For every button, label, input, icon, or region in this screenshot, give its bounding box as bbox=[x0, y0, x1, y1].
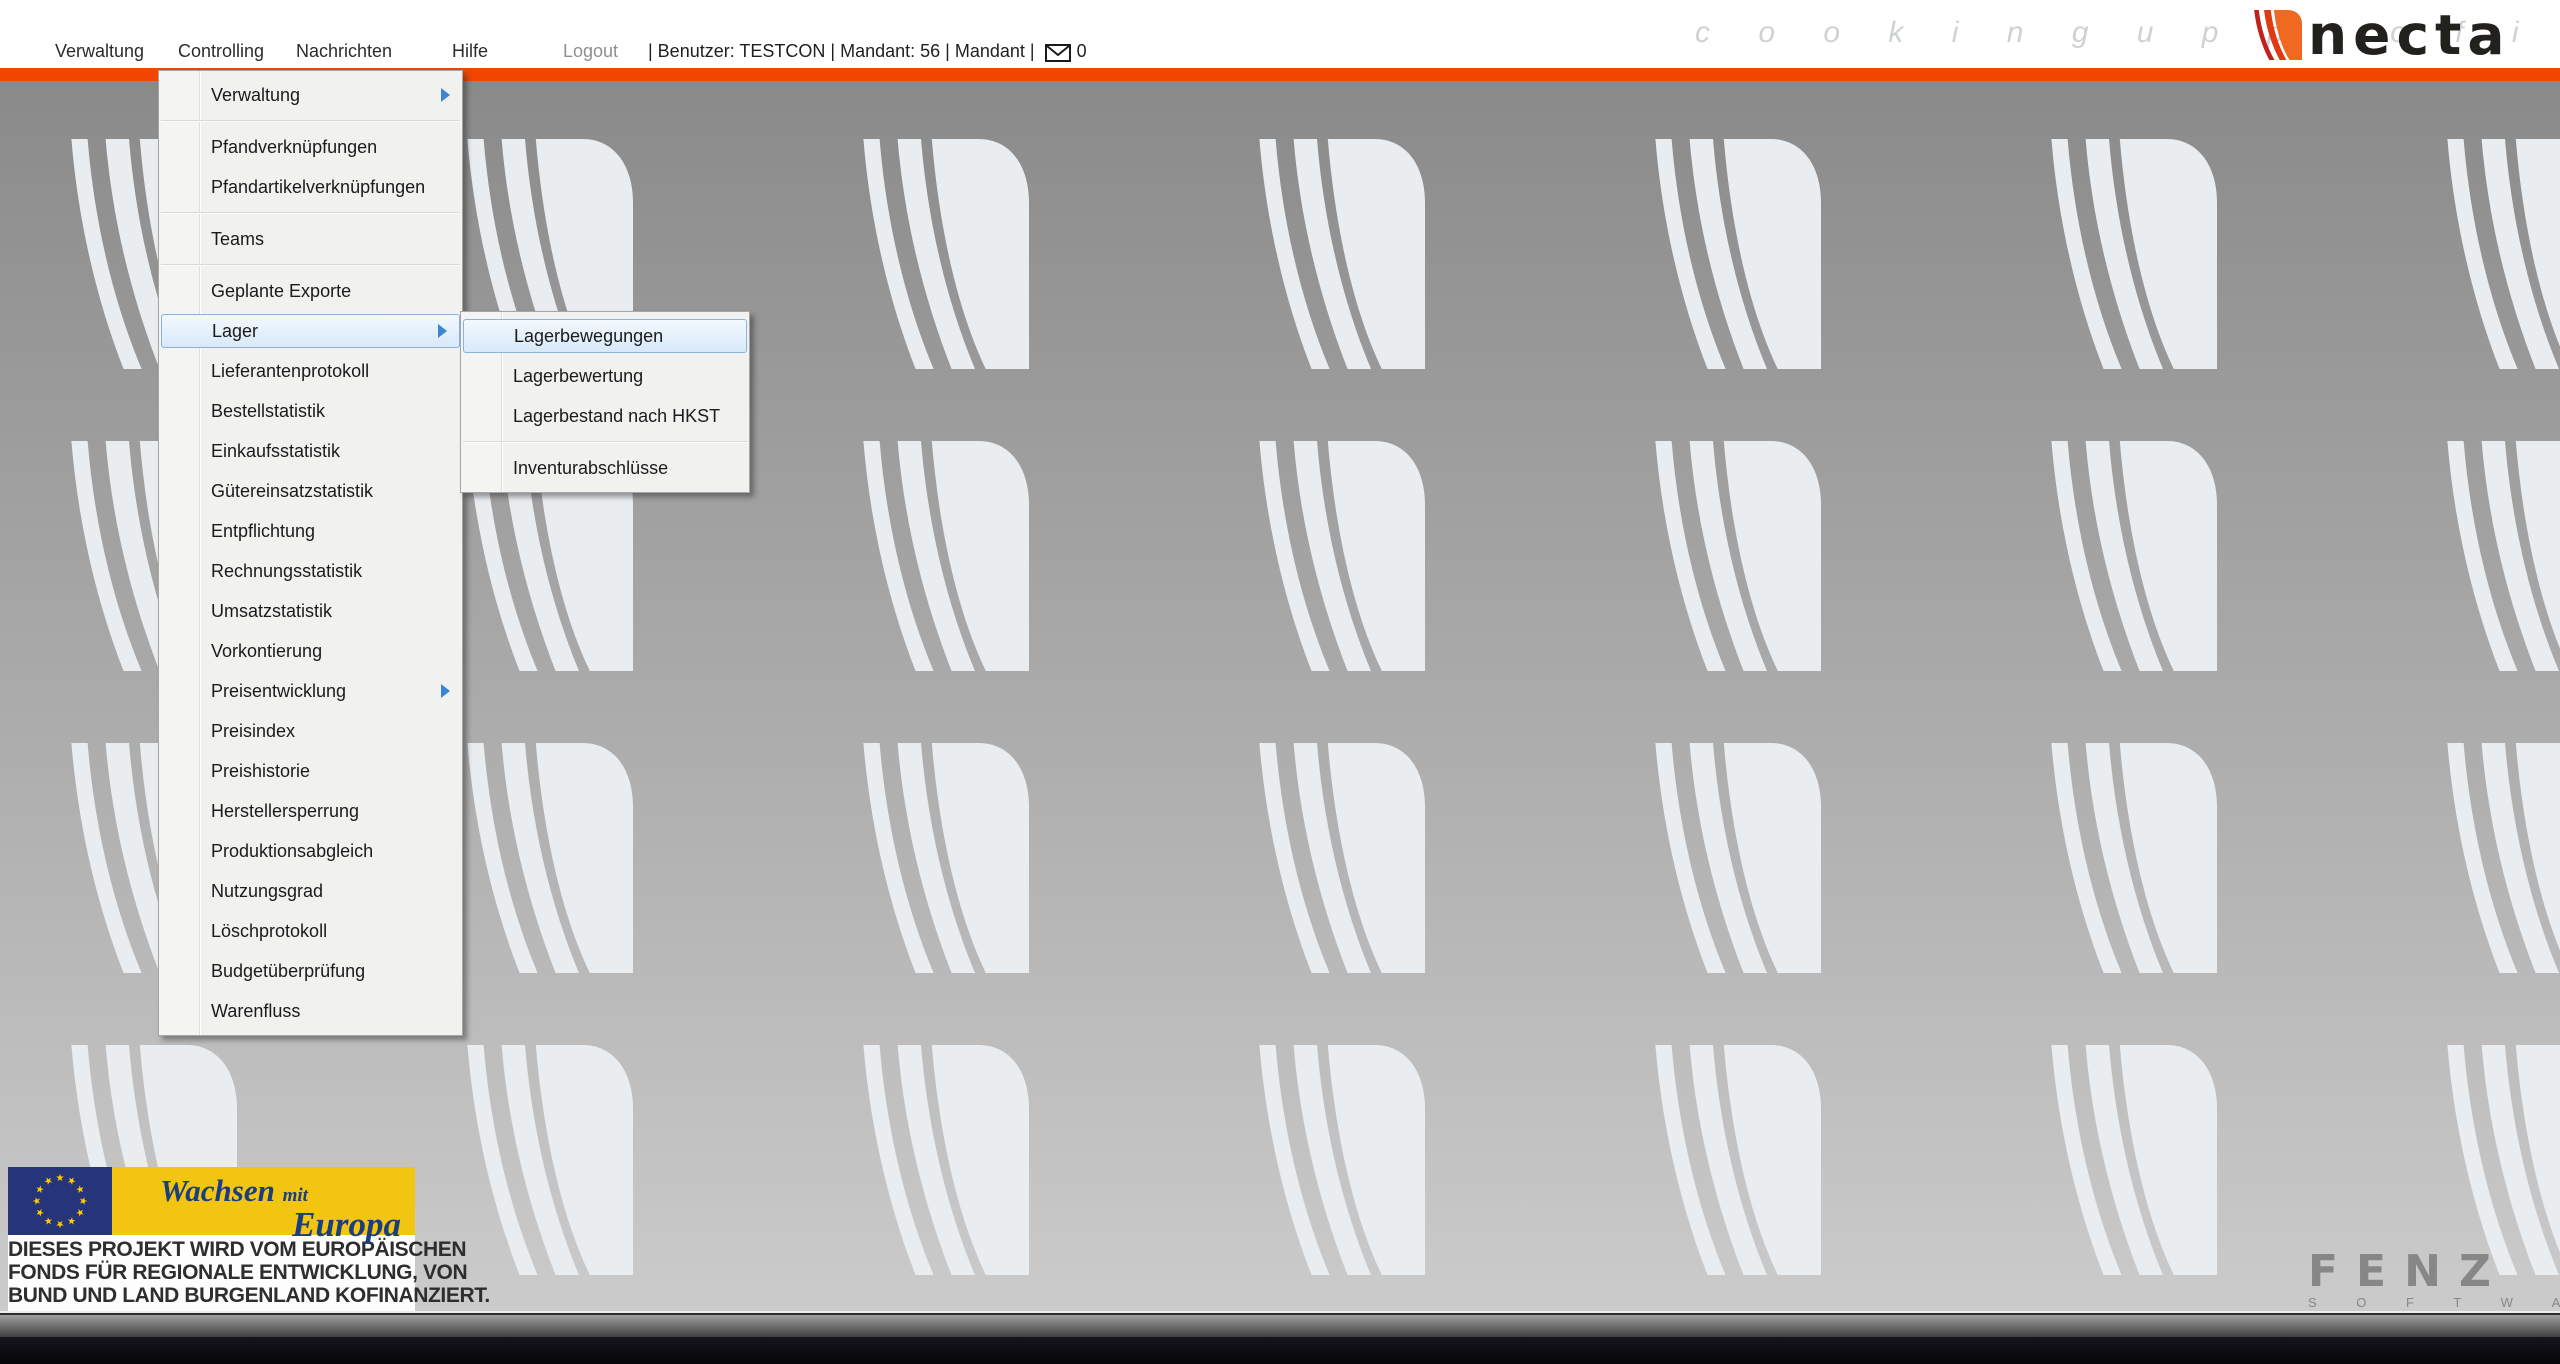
menubar-item-hilfe[interactable]: Hilfe bbox=[452, 41, 488, 62]
leaf-pattern-icon bbox=[849, 743, 1029, 973]
leaf-pattern-icon bbox=[1245, 1045, 1425, 1275]
leaf-pattern-icon bbox=[2037, 743, 2217, 973]
leaf-pattern-icon bbox=[1641, 139, 1821, 369]
menu-separator bbox=[161, 120, 460, 122]
menubar-item-controlling[interactable]: Controlling bbox=[178, 41, 264, 62]
fenz-watermark-sub: S O F T W A R E bbox=[2308, 1295, 2560, 1310]
eu-banner-top: ★★★★★★★★★★★★ Wachsen mit Europa bbox=[8, 1167, 415, 1235]
eu-banner-text-line: FONDS FÜR REGIONALE ENTWICKLUNG, VON bbox=[8, 1261, 415, 1284]
leaf-pattern-icon bbox=[2433, 1045, 2560, 1275]
leaf-pattern-icon bbox=[2037, 139, 2217, 369]
menu-item-lagerbewertung[interactable]: Lagerbewertung bbox=[461, 356, 749, 396]
menu-item-entpflichtung[interactable]: Entpflichtung bbox=[159, 511, 462, 551]
leaf-pattern-icon bbox=[1641, 1045, 1821, 1275]
menu-item-nutzungsgrad[interactable]: Nutzungsgrad bbox=[159, 871, 462, 911]
submenu-arrow-icon bbox=[438, 324, 447, 338]
eu-banner-title: Wachsen mit Europa bbox=[112, 1167, 415, 1235]
user-info: | Benutzer: TESTCON | Mandant: 56 | Mand… bbox=[648, 41, 1087, 62]
eu-flag: ★★★★★★★★★★★★ bbox=[8, 1167, 112, 1235]
eu-banner-text: DIESES PROJEKT WIRD VOM EUROPÄISCHENFOND… bbox=[8, 1235, 415, 1311]
leaf-pattern-icon bbox=[2433, 743, 2560, 973]
submenu-arrow-icon bbox=[441, 684, 450, 698]
menu-item-lagerbestand-nach-hkst[interactable]: Lagerbestand nach HKST bbox=[461, 396, 749, 436]
eu-star-icon: ★ bbox=[33, 1196, 43, 1206]
eu-banner-text-line: BUND UND LAND BURGENLAND KOFINANZIERT. bbox=[8, 1284, 415, 1307]
menu-item-pfandverknupfungen[interactable]: Pfandverknüpfungen bbox=[159, 127, 462, 167]
menubar-item-nachrichten[interactable]: Nachrichten bbox=[296, 41, 392, 62]
menu-item-rechnungsstatistik[interactable]: Rechnungsstatistik bbox=[159, 551, 462, 591]
footer-dark-band bbox=[0, 1337, 2560, 1364]
mail-count: 0 bbox=[1077, 41, 1087, 62]
menu-item-produktionsabgleich[interactable]: Produktionsabgleich bbox=[159, 831, 462, 871]
leaf-pattern-icon bbox=[453, 1045, 633, 1275]
leaf-pattern-icon bbox=[2037, 1045, 2217, 1275]
leaf-pattern-icon bbox=[2037, 441, 2217, 671]
fenz-watermark: FENZ S O F T W A R E bbox=[2308, 1252, 2560, 1310]
lager-submenu: LagerbewegungenLagerbewertungLagerbestan… bbox=[460, 311, 750, 493]
eu-banner-line2: Europa bbox=[292, 1205, 401, 1245]
eu-star-icon: ★ bbox=[55, 1218, 65, 1228]
leaf-pattern-icon bbox=[1245, 441, 1425, 671]
eu-star-icon: ★ bbox=[77, 1196, 87, 1206]
eu-banner-line1: Wachsen mit bbox=[160, 1173, 308, 1209]
menu-item-loschprotokoll[interactable]: Löschprotokoll bbox=[159, 911, 462, 951]
submenu-arrow-icon bbox=[441, 88, 450, 102]
top-menubar: Verwaltung Controlling Nachrichten Hilfe Lo… bbox=[0, 0, 2560, 68]
necta-logo: necta bbox=[2250, 10, 2510, 60]
menu-item-inventurabschlusse[interactable]: Inventurabschlüsse bbox=[461, 448, 749, 488]
footer-gradient-band bbox=[0, 1315, 2560, 1337]
eu-funding-banner: ★★★★★★★★★★★★ Wachsen mit Europa DIESES P… bbox=[8, 1167, 415, 1308]
eu-banner-line1-small: mit bbox=[283, 1185, 308, 1206]
necta-logo-text: necta bbox=[2308, 10, 2510, 60]
menu-item-teams[interactable]: Teams bbox=[159, 219, 462, 259]
menu-item-budgetuberprufung[interactable]: Budgetüberprüfung bbox=[159, 951, 462, 991]
leaf-pattern-icon bbox=[2433, 139, 2560, 369]
leaf-pattern-icon bbox=[453, 743, 633, 973]
leaf-pattern-icon bbox=[1245, 139, 1425, 369]
menu-separator bbox=[161, 212, 460, 214]
menu-item-lagerbewegungen[interactable]: Lagerbewegungen bbox=[463, 319, 747, 353]
menubar-item-logout[interactable]: Logout bbox=[563, 41, 618, 62]
menu-item-warenfluss[interactable]: Warenfluss bbox=[159, 991, 462, 1031]
leaf-pattern-icon bbox=[1641, 441, 1821, 671]
menu-item-pfandartikelverknupfungen[interactable]: Pfandartikelverknüpfungen bbox=[159, 167, 462, 207]
fenz-watermark-name: FENZ bbox=[2308, 1252, 2560, 1292]
menu-item-gutereinsatzstatistik[interactable]: Gütereinsatzstatistik bbox=[159, 471, 462, 511]
menu-item-verwaltung[interactable]: Verwaltung bbox=[159, 75, 462, 115]
leaf-pattern-icon bbox=[2433, 441, 2560, 671]
mail-icon[interactable] bbox=[1045, 44, 1071, 62]
menu-item-bestellstatistik[interactable]: Bestellstatistik bbox=[159, 391, 462, 431]
user-info-text: | Benutzer: TESTCON | Mandant: 56 | Mand… bbox=[648, 41, 1035, 62]
controlling-menu: Verwaltung PfandverknüpfungenPfandartikel… bbox=[158, 70, 463, 1036]
leaf-pattern-icon bbox=[1641, 743, 1821, 973]
menu-item-herstellersperrung[interactable]: Herstellersperrung bbox=[159, 791, 462, 831]
menu-item-preishistorie[interactable]: Preishistorie bbox=[159, 751, 462, 791]
leaf-pattern-icon bbox=[849, 441, 1029, 671]
menu-item-vorkontierung[interactable]: Vorkontierung bbox=[159, 631, 462, 671]
menu-item-lieferantenprotokoll[interactable]: Lieferantenprotokoll bbox=[159, 351, 462, 391]
menu-item-preisindex[interactable]: Preisindex bbox=[159, 711, 462, 751]
menu-item-einkaufsstatistik[interactable]: Einkaufsstatistik bbox=[159, 431, 462, 471]
leaf-pattern-icon bbox=[1245, 743, 1425, 973]
menu-separator bbox=[161, 264, 460, 266]
menu-item-lager[interactable]: Lager bbox=[161, 314, 460, 348]
menu-separator bbox=[463, 441, 747, 443]
menu-item-geplante-exporte[interactable]: Geplante Exporte bbox=[159, 271, 462, 311]
menu-item-umsatzstatistik[interactable]: Umsatzstatistik bbox=[159, 591, 462, 631]
leaf-pattern-icon bbox=[849, 139, 1029, 369]
menu-item-preisentwicklung[interactable]: Preisentwicklung bbox=[159, 671, 462, 711]
footer-bar bbox=[0, 1311, 2560, 1364]
necta-logo-icon bbox=[2250, 10, 2302, 60]
menubar-item-verwaltung[interactable]: Verwaltung bbox=[55, 41, 144, 62]
leaf-pattern-icon bbox=[849, 1045, 1029, 1275]
